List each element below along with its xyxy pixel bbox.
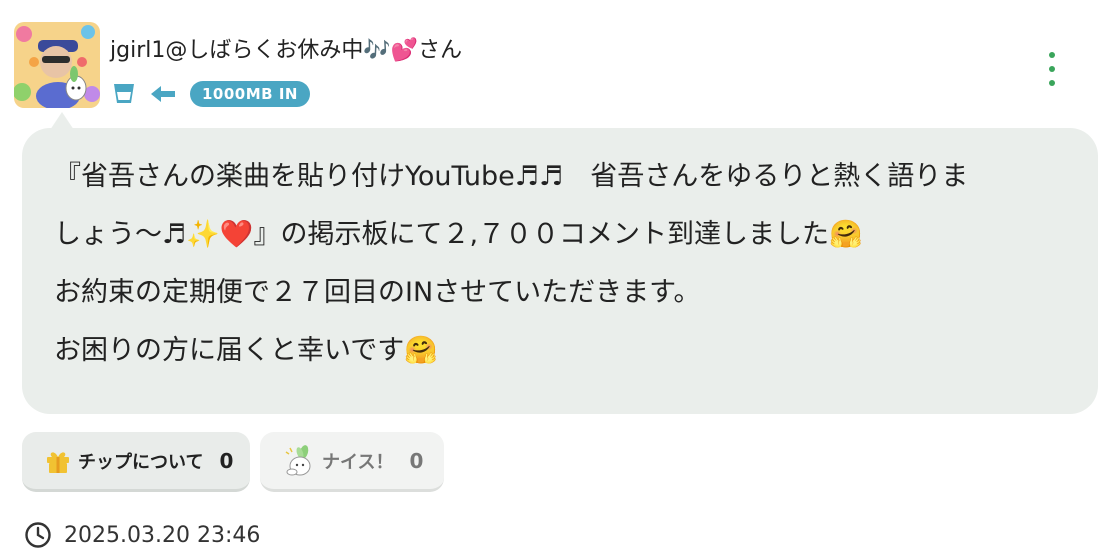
arrow-left-icon: [150, 84, 176, 104]
avatar[interactable]: [14, 22, 100, 108]
nice-label: ナイス！: [322, 451, 394, 473]
more-vertical-icon[interactable]: [1040, 52, 1064, 86]
menu-dot: [1049, 52, 1055, 58]
tip-count: 0: [219, 448, 234, 473]
username[interactable]: jgirl1@しばらくお休み中🎶💕さん: [110, 34, 462, 68]
post-line: 『省吾さんの楽曲を貼り付けYouTube♬♬ 省吾さんをゆるりと熱く語りま: [54, 161, 969, 192]
post-line: しょう〜♬✨❤️』の掲示板にて２,７００コメント到達しました🤗: [54, 219, 863, 250]
menu-dot: [1049, 66, 1055, 72]
menu-dot: [1049, 80, 1055, 86]
post-line: お困りの方に届くと幸いです🤗: [54, 335, 438, 366]
user-status-row: 1000MB IN: [112, 80, 310, 108]
nice-count: 0: [409, 448, 424, 473]
timestamp-text: 2025.03.20 23:46: [64, 522, 261, 548]
post-body: 『省吾さんの楽曲を貼り付けYouTube♬♬ 省吾さんをゆるりと熱く語りま しょ…: [54, 148, 1074, 380]
radish-mascot-icon: [280, 444, 316, 478]
post-line: お約束の定期便で２７回目のINさせていただきます。: [54, 277, 701, 308]
gift-icon: [44, 447, 72, 475]
cup-icon: [112, 83, 136, 105]
capacity-badge: 1000MB IN: [190, 81, 310, 107]
post-timestamp: 2025.03.20 23:46: [24, 518, 260, 552]
avatar-image: [14, 22, 100, 108]
nice-button[interactable]: ナイス！ 0: [260, 432, 444, 492]
clock-icon: [24, 521, 52, 549]
post-card: jgirl1@しばらくお休み中🎶💕さん 1000MB IN 『省吾さんの楽曲を貼…: [0, 0, 1102, 556]
tip-label: チップについて: [78, 451, 204, 473]
tip-button[interactable]: チップについて 0: [22, 432, 250, 492]
